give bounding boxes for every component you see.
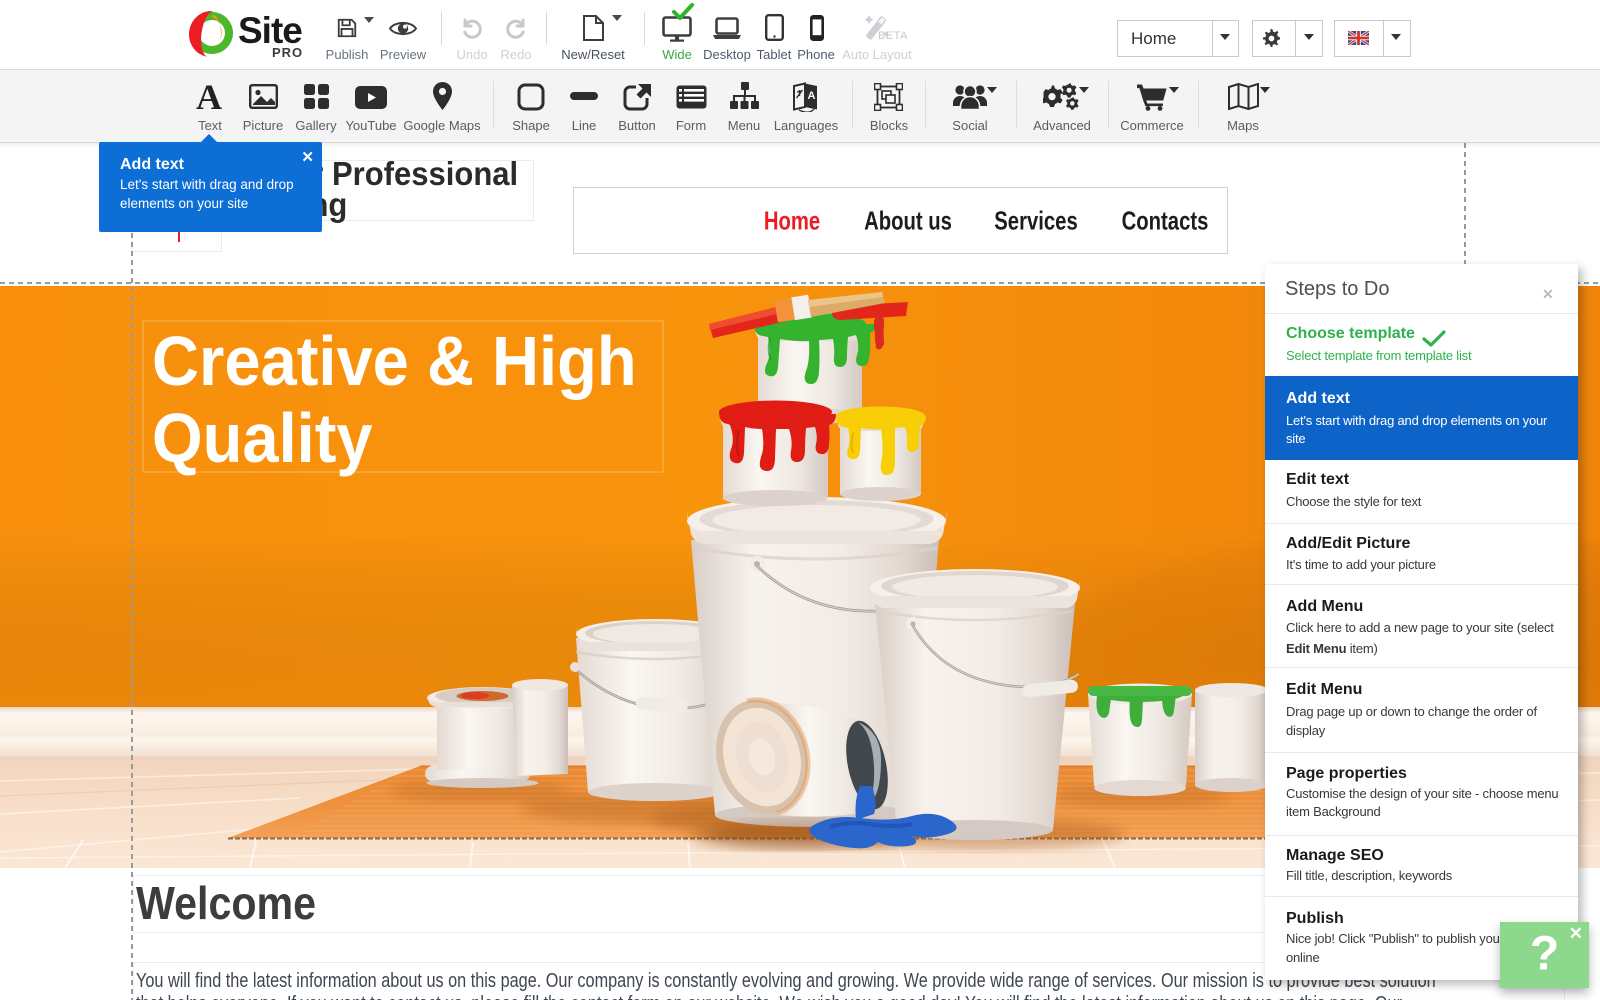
svg-text:Quality: Quality: [152, 400, 373, 478]
svg-text:Creative & High: Creative & High: [152, 323, 637, 401]
svg-text:A: A: [808, 90, 816, 102]
